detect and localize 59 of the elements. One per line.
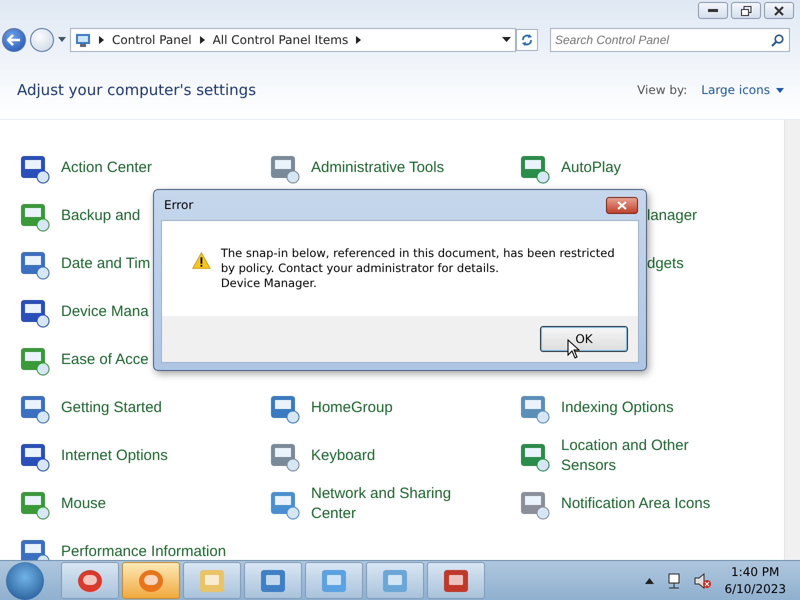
dialog-title: Error: [164, 198, 194, 212]
speaker-muted-icon[interactable]: [694, 572, 712, 588]
start-button[interactable]: [6, 562, 44, 600]
applet-link[interactable]: HomeGroup: [311, 398, 393, 418]
error-message: The snap-in below, referenced in this document, has been restricted by policy. Contact your administrator for details.: [220, 246, 616, 276]
taskbar-button[interactable]: [61, 562, 119, 599]
chevron-icon: [99, 36, 104, 44]
refresh-icon: [520, 33, 534, 47]
applet-link[interactable]: Location and Other Sensors: [561, 436, 741, 476]
refresh-button[interactable]: [516, 29, 538, 51]
applet-link[interactable]: Keyboard: [311, 446, 376, 466]
restore-icon: [740, 6, 752, 16]
close-icon: [617, 200, 627, 210]
dropdown-icon[interactable]: [502, 37, 511, 43]
clock-time: 1:40 PM: [731, 564, 780, 580]
ok-button[interactable]: OK: [540, 326, 628, 352]
applet-link[interactable]: Internet Options: [61, 446, 168, 466]
applet-link[interactable]: Network and Sharing Center: [311, 484, 491, 524]
chevron-icon: [200, 36, 205, 44]
close-button[interactable]: [606, 196, 638, 214]
search-field[interactable]: Search Control Panel: [550, 28, 790, 52]
applet-link[interactable]: Notification Area Icons: [561, 494, 710, 514]
error-detail: Device Manager.: [220, 276, 318, 291]
applet-link[interactable]: dgets: [647, 254, 684, 274]
address-bar[interactable]: Control Panel All Control Panel Items: [70, 28, 516, 52]
applet-link[interactable]: Date and Tim: [61, 254, 150, 274]
applet-link[interactable]: Administrative Tools: [311, 158, 444, 178]
taskbar-button[interactable]: [244, 562, 302, 599]
applet-link[interactable]: Action Center: [61, 158, 152, 178]
control-panel-icon: [75, 33, 91, 47]
applet-link[interactable]: Backup and: [61, 206, 140, 226]
breadcrumb-item[interactable]: Control Panel: [112, 33, 192, 47]
back-button[interactable]: [2, 28, 26, 52]
up-arrow-icon[interactable]: [645, 578, 654, 584]
applet-link[interactable]: Device Mana: [61, 302, 149, 322]
left-arrow-icon: [7, 34, 21, 46]
close-icon: [774, 6, 784, 16]
network-icon[interactable]: [666, 572, 682, 588]
applet-link[interactable]: Indexing Options: [561, 398, 674, 418]
restore-button[interactable]: [731, 2, 761, 19]
minimize-button[interactable]: [698, 2, 728, 19]
close-button[interactable]: [764, 2, 794, 19]
caret-icon[interactable]: [58, 37, 66, 43]
view-by-dropdown[interactable]: Large icons: [701, 83, 784, 97]
applet-link[interactable]: AutoPlay: [561, 158, 622, 178]
applet-link[interactable]: Ease of Acce: [61, 350, 149, 370]
applet-link[interactable]: Performance Information: [61, 542, 226, 560]
applet-link[interactable]: Mouse: [61, 494, 106, 514]
taskbar-button[interactable]: [427, 562, 485, 599]
breadcrumb-item[interactable]: All Control Panel Items: [212, 33, 348, 47]
page-heading: Adjust your computer's settings: [17, 81, 258, 99]
caret-icon: [776, 88, 784, 92]
applet-link[interactable]: Getting Started: [61, 398, 162, 418]
view-by-label: View by:: [637, 83, 688, 97]
clock-date: 6/10/2023: [724, 580, 786, 598]
clock[interactable]: 1:40 PM 6/10/2023: [724, 564, 786, 598]
minimize-icon: [708, 8, 718, 12]
chevron-icon: [356, 36, 362, 44]
applet-link[interactable]: lanager: [647, 206, 698, 226]
